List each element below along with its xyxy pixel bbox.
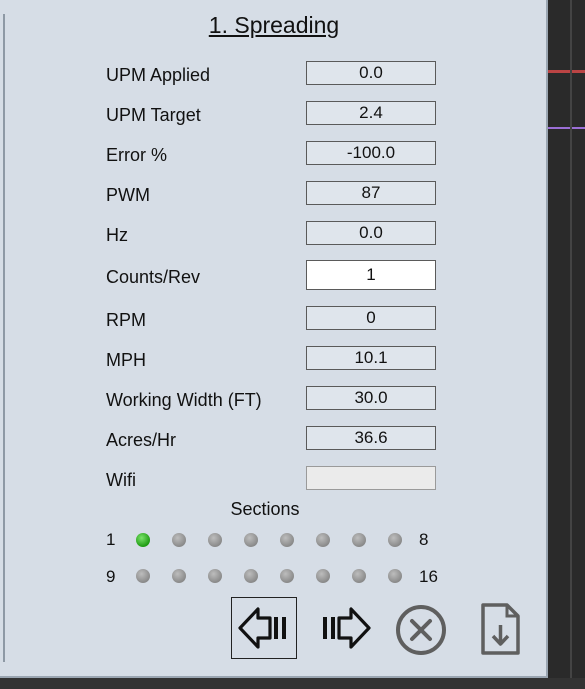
field-label: UPM Target: [106, 105, 201, 125]
section-row1-start: 1: [106, 530, 116, 549]
map-line-red: [548, 70, 585, 73]
acres-hr-value: 36.6: [306, 426, 436, 450]
field-label: Working Width (FT): [106, 390, 262, 410]
error-percent-value: -100.0: [306, 141, 436, 165]
section-indicator-9[interactable]: [136, 569, 150, 583]
panel-title: 1. Spreading: [208, 12, 340, 38]
field-error-percent: Error % -100.0: [0, 141, 548, 169]
section-indicator-7[interactable]: [352, 533, 366, 547]
mph-value: 10.1: [306, 346, 436, 370]
section-indicator-4[interactable]: [244, 533, 258, 547]
rpm-value: 0: [306, 306, 436, 330]
section-indicator-15[interactable]: [352, 569, 366, 583]
section-indicator-8[interactable]: [388, 533, 402, 547]
section-indicator-10[interactable]: [172, 569, 186, 583]
cancel-icon: [396, 605, 446, 655]
field-wifi: Wifi: [0, 466, 548, 494]
field-pwm: PWM 87: [0, 181, 548, 209]
cancel-button[interactable]: [388, 597, 454, 659]
field-acres-hr: Acres/Hr 36.6: [0, 426, 548, 454]
pwm-value: 87: [306, 181, 436, 205]
hz-value: 0.0: [306, 221, 436, 245]
previous-icon: [238, 607, 286, 649]
save-button[interactable]: [466, 597, 532, 659]
field-label: UPM Applied: [106, 65, 211, 85]
field-label: Acres/Hr: [106, 430, 177, 450]
wifi-value: [306, 466, 436, 490]
field-counts-rev: Counts/Rev 1: [0, 260, 548, 290]
map-vertical-line: [570, 0, 572, 689]
upm-target-value: 2.4: [306, 101, 436, 125]
field-upm-target: UPM Target 2.4: [0, 101, 548, 129]
section-indicator-5[interactable]: [280, 533, 294, 547]
next-button[interactable]: [312, 597, 378, 659]
field-label: MPH: [106, 350, 146, 370]
sections-title: Sections: [230, 499, 300, 519]
section-indicator-13[interactable]: [280, 569, 294, 583]
field-working-width: Working Width (FT) 30.0: [0, 386, 548, 414]
section-indicator-6[interactable]: [316, 533, 330, 547]
section-row2-start: 9: [106, 567, 116, 586]
section-indicator-14[interactable]: [316, 569, 330, 583]
section-row2-end: 16: [419, 567, 438, 586]
map-line-purple: [548, 127, 585, 129]
section-indicator-2[interactable]: [172, 533, 186, 547]
field-rpm: RPM 0: [0, 306, 548, 334]
upm-applied-value: 0.0: [306, 61, 436, 85]
field-label: PWM: [106, 185, 150, 205]
field-label: RPM: [106, 310, 146, 330]
field-mph: MPH 10.1: [0, 346, 548, 374]
field-hz: Hz 0.0: [0, 221, 548, 249]
field-label: Hz: [106, 225, 128, 245]
field-upm-applied: UPM Applied 0.0: [0, 61, 548, 89]
previous-button[interactable]: [231, 597, 297, 659]
save-icon: [481, 603, 520, 655]
section-indicator-16[interactable]: [388, 569, 402, 583]
working-width-value: 30.0: [306, 386, 436, 410]
field-label: Counts/Rev: [106, 267, 201, 287]
section-indicator-1[interactable]: [136, 533, 150, 547]
map-bottom-strip: [0, 678, 585, 689]
counts-rev-input[interactable]: 1: [306, 260, 436, 290]
spreading-panel: 1. Spreading UPM Applied 0.0 UPM Target …: [0, 0, 548, 678]
section-indicator-12[interactable]: [244, 569, 258, 583]
field-label: Error %: [106, 145, 168, 165]
section-indicator-11[interactable]: [208, 569, 222, 583]
section-row1-end: 8: [419, 530, 429, 549]
field-label: Wifi: [106, 470, 136, 490]
next-icon: [323, 607, 371, 649]
section-indicator-3[interactable]: [208, 533, 222, 547]
